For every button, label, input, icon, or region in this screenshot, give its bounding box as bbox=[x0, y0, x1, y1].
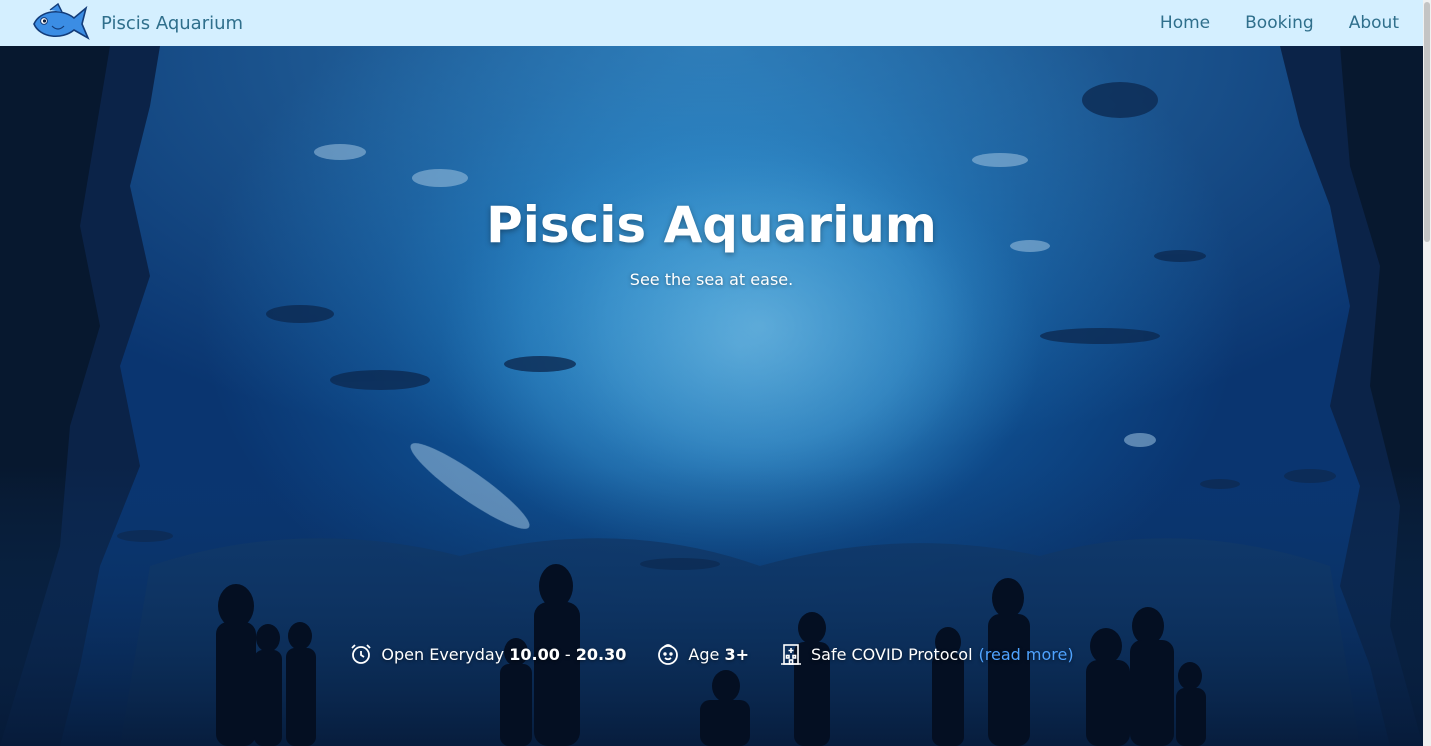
hours-close: 20.30 bbox=[575, 644, 627, 664]
hero-section: Piscis Aquarium See the sea at ease. Ope… bbox=[0, 46, 1423, 746]
hours-open: 10.00 bbox=[509, 644, 560, 664]
scroll-thumb[interactable] bbox=[1424, 2, 1430, 242]
child-face-icon bbox=[658, 644, 679, 665]
brand-name: Piscis Aquarium bbox=[101, 12, 244, 34]
info-bar: Open Everyday 10.00 - 20.30 Age 3+ Safe … bbox=[0, 642, 1423, 666]
hero-subtitle: See the sea at ease. bbox=[629, 270, 794, 289]
nav-home[interactable]: Home bbox=[1160, 13, 1210, 33]
hero-title: Piscis Aquarium bbox=[486, 196, 937, 254]
nav-links: Home Booking About bbox=[1125, 13, 1399, 33]
age-requirement: Age 3+ bbox=[656, 642, 749, 666]
brand-link[interactable]: Piscis Aquarium bbox=[28, 2, 243, 44]
page-scrollbar[interactable] bbox=[1423, 0, 1431, 746]
age-label: Age bbox=[688, 644, 720, 664]
covid-text: Safe COVID Protocol bbox=[810, 644, 973, 664]
read-more-link[interactable]: (read more) bbox=[979, 645, 1074, 664]
age-value: 3+ bbox=[724, 644, 749, 664]
hours-label: Open Everyday bbox=[381, 644, 505, 664]
fish-logo-icon bbox=[33, 2, 90, 40]
hospital-icon bbox=[780, 644, 801, 665]
opening-hours: Open Everyday 10.00 - 20.30 bbox=[349, 642, 626, 666]
alarm-clock-icon bbox=[351, 644, 372, 664]
nav-booking[interactable]: Booking bbox=[1245, 13, 1314, 33]
hero-background-image bbox=[0, 46, 1423, 746]
hours-separator: - bbox=[559, 644, 576, 664]
navbar: Piscis Aquarium Home Booking About bbox=[0, 0, 1423, 46]
nav-about[interactable]: About bbox=[1349, 13, 1399, 33]
covid-protocol: Safe COVID Protocol (read more) bbox=[779, 642, 1074, 666]
